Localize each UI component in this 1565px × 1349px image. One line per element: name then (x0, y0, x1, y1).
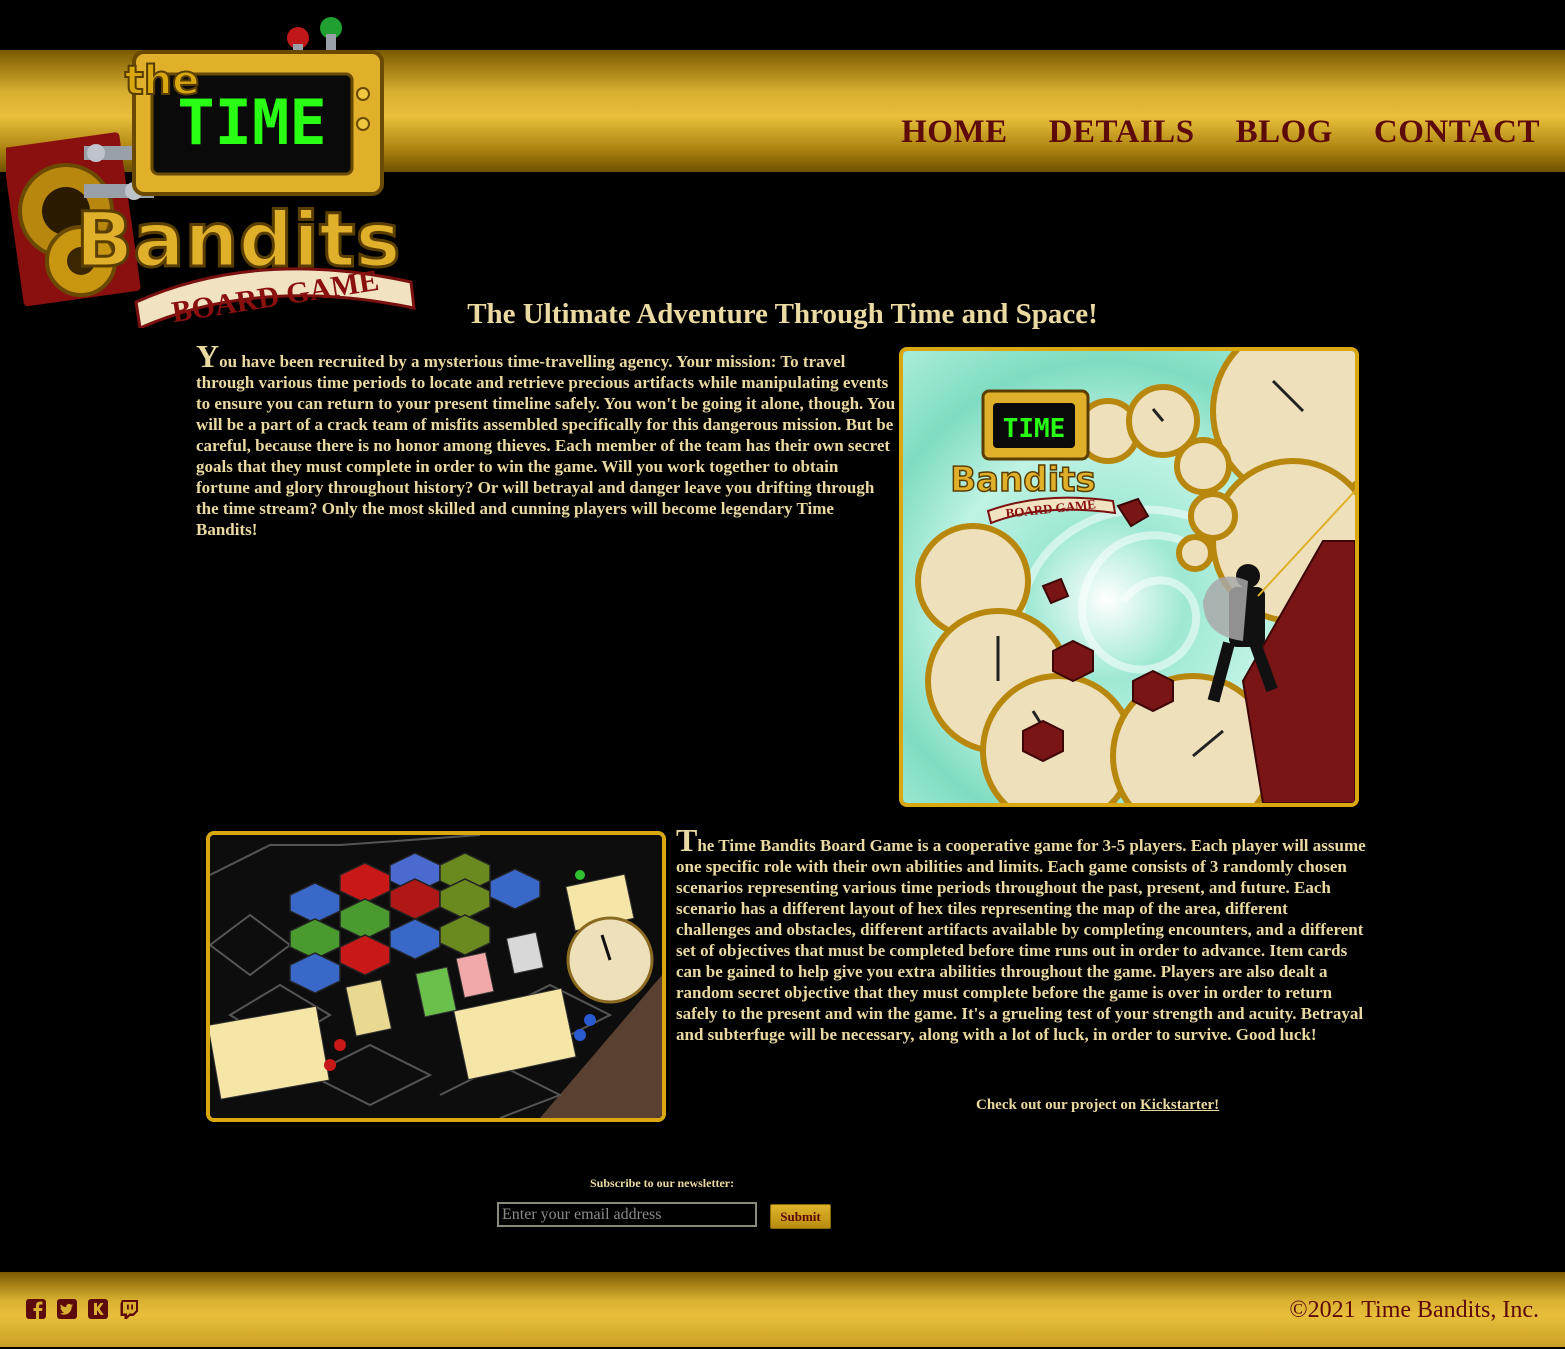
facebook-icon[interactable] (25, 1298, 47, 1320)
nav-details[interactable]: DETAILS (1049, 114, 1195, 151)
details-text: he Time Bandits Board Game is a cooperat… (676, 836, 1366, 1044)
details-dropcap: T (676, 822, 698, 858)
logo-the-text: the (125, 58, 200, 104)
newsletter-email-input[interactable] (497, 1202, 757, 1227)
details-paragraph: The Time Bandits Board Game is a coopera… (676, 824, 1366, 1045)
nav-blog[interactable]: BLOG (1236, 114, 1333, 151)
cover-art-image: TIME Bandits BOARD GAME (899, 347, 1359, 807)
page: TIME the Bandits BOARD GAME HOME DETAILS… (0, 0, 1565, 1349)
board-game-image (206, 831, 666, 1122)
cover-bandits-text: Bandits (950, 460, 1096, 500)
cover-time-text: TIME (1003, 414, 1066, 444)
twitch-icon[interactable] (118, 1298, 140, 1320)
newsletter-label: Subscribe to our newsletter: (590, 1176, 735, 1190)
kickstarter-icon[interactable] (87, 1298, 109, 1320)
logo-time-text: TIME (177, 86, 326, 159)
twitter-icon[interactable] (56, 1298, 78, 1320)
social-links (25, 1298, 140, 1320)
intro-text: ou have been recruited by a mysterious t… (196, 352, 896, 539)
main-nav: HOME DETAILS BLOG CONTACT (901, 114, 1540, 151)
intro-dropcap: Y (196, 338, 220, 374)
kickstarter-prefix: Check out our project on (976, 1097, 1141, 1113)
kickstarter-callout: Check out our project on Kickstarter! (976, 1097, 1219, 1114)
copyright-text: ©2021 Time Bandits, Inc. (1289, 1297, 1539, 1323)
intro-paragraph: You have been recruited by a mysterious … (196, 340, 896, 540)
newsletter-submit-button[interactable]: Submit (770, 1204, 831, 1229)
nav-contact[interactable]: CONTACT (1374, 114, 1540, 151)
nav-home[interactable]: HOME (901, 114, 1008, 151)
site-logo[interactable]: TIME the Bandits BOARD GAME (6, 16, 418, 328)
page-title: The Ultimate Adventure Through Time and … (467, 298, 1098, 330)
kickstarter-link[interactable]: Kickstarter! (1140, 1097, 1219, 1113)
